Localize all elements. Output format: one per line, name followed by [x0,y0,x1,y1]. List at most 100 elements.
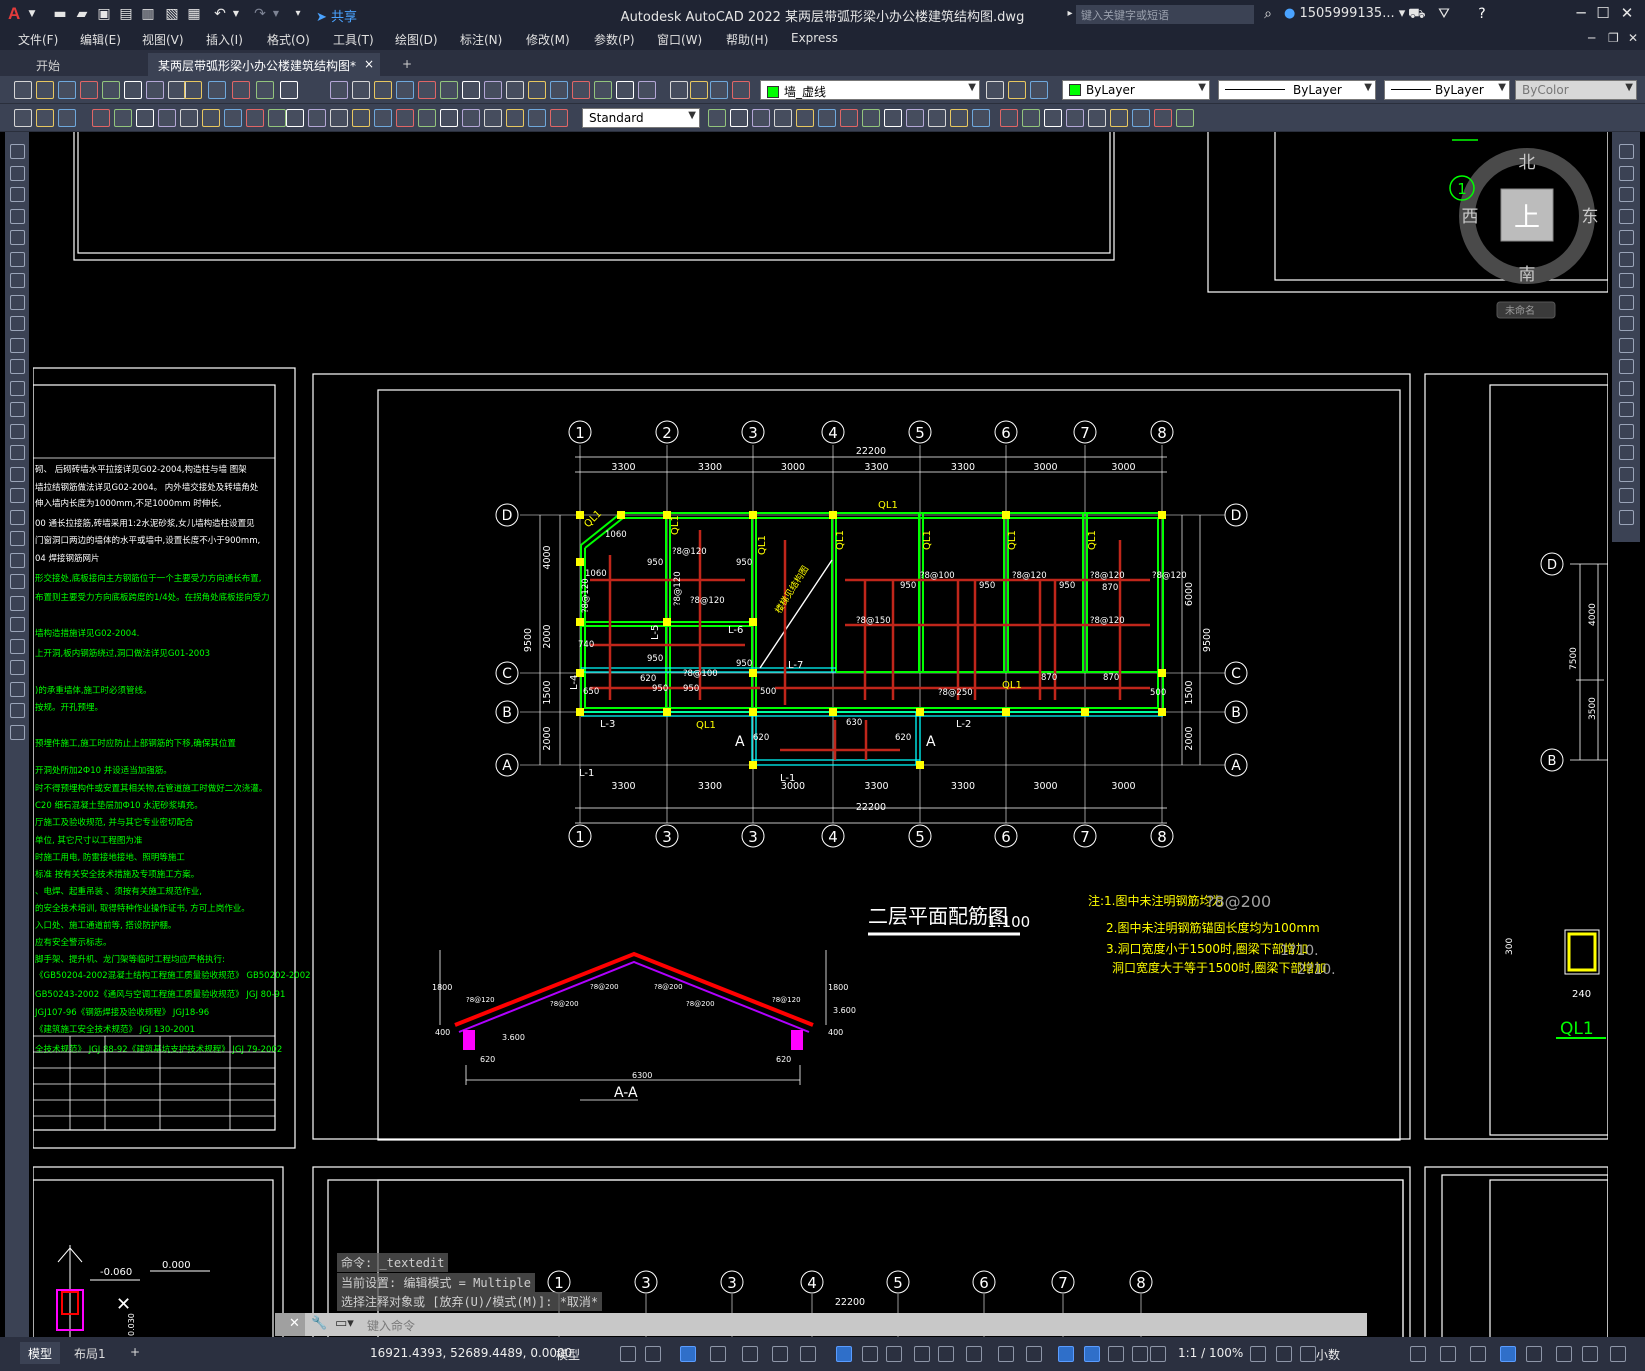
drawing-canvas[interactable]: 上 北 南 东 西 1 未命名 1 1 2 3 3 3 4 4 5 5 6 6 7 7 8 8 D D C C B B A A… [33,132,1608,1337]
dimension-tool-icon[interactable] [950,109,968,127]
standard-tool-icon[interactable] [36,81,54,99]
share-button[interactable]: ➤ 共享 [316,6,357,25]
standard-tool-icon[interactable] [184,81,202,99]
layer-tool-icon[interactable] [1030,81,1048,99]
layer-combo[interactable]: 墙_虚线 ▼ [760,80,980,100]
modify-tool-icon[interactable] [1619,337,1634,353]
status-toggle-icon[interactable] [1026,1346,1042,1362]
linetype-combo[interactable]: ByLayer ▼ [1218,80,1376,100]
status-toggle-icon[interactable] [680,1346,696,1362]
tab-close-icon[interactable]: × [364,57,374,71]
standard-tool-icon[interactable] [616,81,634,99]
modify-tool-icon[interactable] [1619,294,1634,310]
tab-drawing[interactable]: 某两层带弧形梁小办公楼建筑结构图* × [148,53,380,76]
dimension-tool-icon[interactable] [308,109,326,127]
save-icon[interactable]: ▣ [96,6,112,22]
draw-tool-icon[interactable] [10,681,25,697]
status-toggle-icon[interactable] [1132,1346,1148,1362]
command-close-icon[interactable]: ✕ [289,1316,300,1331]
dimension-tool-icon[interactable] [862,109,880,127]
modify-tool-icon[interactable] [1619,251,1634,267]
menu-file[interactable]: 文件(F) [18,31,58,48]
customize-qat-icon[interactable]: ▾ [290,6,306,22]
dimension-tool-icon[interactable] [1176,109,1194,127]
draw-tool-icon[interactable] [10,595,25,611]
new-tab-button[interactable]: + [392,53,422,76]
dimension-tool-icon[interactable] [246,109,264,127]
standard-tool-icon[interactable] [102,81,120,99]
dimension-tool-icon[interactable] [818,109,836,127]
modify-tool-icon[interactable] [1619,359,1634,374]
status-toggle-icon[interactable] [836,1346,852,1362]
status-tool-icon[interactable] [1250,1346,1266,1362]
draw-tool-icon[interactable] [10,359,25,374]
dimension-tool-icon[interactable] [92,109,110,127]
doc-minimize-icon[interactable]: ─ [1588,31,1595,45]
draw-tool-icon[interactable] [10,617,25,632]
dimension-tool-icon[interactable] [180,109,198,127]
standard-tool-icon[interactable] [232,81,250,99]
dimension-tool-icon[interactable] [708,109,726,127]
dimension-tool-icon[interactable] [330,109,348,127]
plot-icon[interactable]: ▦ [186,6,202,22]
status-toggle-icon[interactable] [998,1346,1014,1362]
dimension-tool-icon[interactable] [1022,109,1040,127]
status-toggle-icon[interactable] [914,1346,930,1362]
menu-modify[interactable]: 修改(M) [526,31,570,48]
dimension-tool-icon[interactable] [506,109,524,127]
draw-tool-icon[interactable] [10,703,25,718]
standard-tool-icon[interactable] [14,81,32,99]
draw-tool-icon[interactable] [10,724,25,740]
standard-tool-icon[interactable] [670,81,688,99]
dimension-tool-icon[interactable] [796,109,814,127]
standard-tool-icon[interactable] [440,81,458,99]
modify-tool-icon[interactable] [1619,466,1634,482]
standard-tool-icon[interactable] [572,81,590,99]
command-line[interactable]: 🔧 ▭▾ 键入命令 [305,1313,1367,1336]
status-tool-icon[interactable] [1276,1346,1292,1362]
redo-icon[interactable]: ↷ [252,6,268,22]
tab-model[interactable]: 模型 [20,1342,61,1364]
menu-insert[interactable]: 插入(I) [206,31,243,48]
modify-tool-icon[interactable] [1619,423,1634,439]
dimension-tool-icon[interactable] [906,109,924,127]
dimension-tool-icon[interactable] [396,109,414,127]
status-toggle-icon[interactable] [1058,1346,1074,1362]
dimension-tool-icon[interactable] [58,109,76,127]
status-tool-icon[interactable] [1410,1346,1426,1362]
dimension-tool-icon[interactable] [418,109,436,127]
draw-tool-icon[interactable] [10,402,25,417]
status-toggle-icon[interactable] [1108,1346,1124,1362]
standard-tool-icon[interactable] [528,81,546,99]
standard-tool-icon[interactable] [80,81,98,99]
menu-express[interactable]: Express [791,31,838,45]
dimension-tool-icon[interactable] [884,109,902,127]
status-toggle-icon[interactable] [886,1346,902,1362]
plotstyle-combo[interactable]: ByColor ▼ [1515,80,1637,100]
draw-tool-icon[interactable] [10,251,25,267]
modify-tool-icon[interactable] [1619,165,1634,181]
status-toggle-icon[interactable] [862,1346,878,1362]
viewcube[interactable]: 上 北 南 东 西 1 未命名 [1449,148,1599,319]
status-tool-icon[interactable] [1610,1346,1626,1362]
dimension-tool-icon[interactable] [440,109,458,127]
dimension-tool-icon[interactable] [14,109,32,127]
standard-tool-icon[interactable] [506,81,524,99]
status-tool-icon[interactable] [1556,1346,1572,1362]
redo-dropdown-icon[interactable]: ▼ [268,6,284,22]
status-tool-icon[interactable] [1300,1346,1316,1362]
app-menu-chevron-icon[interactable]: ▼ [24,6,40,22]
open-web-icon[interactable]: ▧ [164,6,180,22]
status-toggle-icon[interactable] [1084,1346,1100,1362]
search-icon[interactable]: ⌕ [1260,6,1276,22]
draw-tool-icon[interactable] [10,660,25,675]
modify-tool-icon[interactable] [1619,144,1634,159]
dimension-tool-icon[interactable] [972,109,990,127]
draw-tool-icon[interactable] [10,208,25,224]
dimension-tool-icon[interactable] [1132,109,1150,127]
modify-tool-icon[interactable] [1619,316,1634,331]
standard-tool-icon[interactable] [710,81,728,99]
close-button[interactable]: ✕ [1616,4,1638,24]
color-combo[interactable]: ByLayer ▼ [1062,80,1210,100]
dimension-tool-icon[interactable] [202,109,220,127]
